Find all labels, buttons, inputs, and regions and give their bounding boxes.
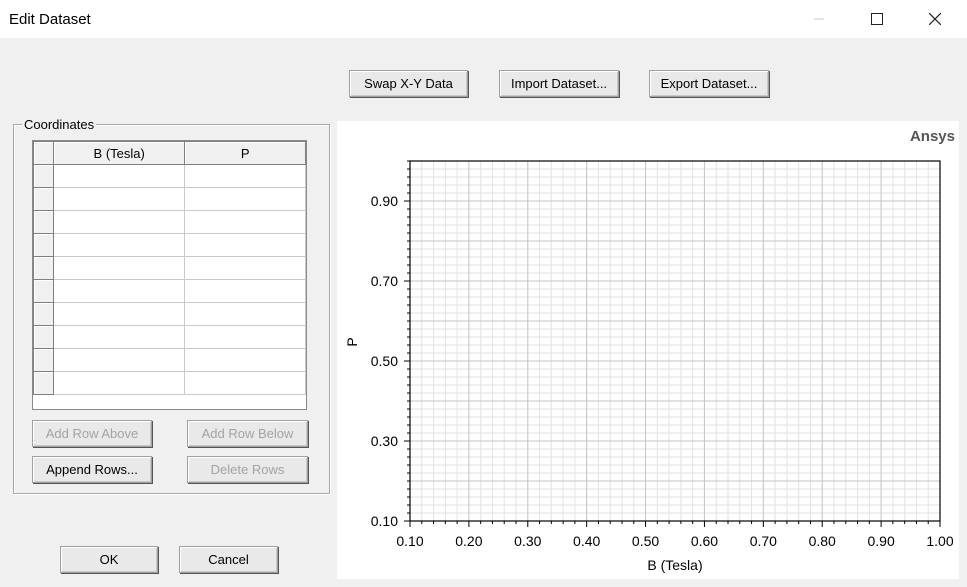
plot-area-frame bbox=[409, 160, 941, 522]
row-header-cell[interactable] bbox=[33, 348, 54, 372]
row-header-cell[interactable] bbox=[33, 187, 54, 211]
cell-b-tesla[interactable] bbox=[52, 233, 186, 257]
coordinates-grid[interactable]: B (Tesla) P bbox=[32, 140, 307, 410]
grid-corner-cell[interactable] bbox=[33, 141, 54, 165]
y-tick-label: 0.90 bbox=[371, 193, 398, 209]
minimize-icon bbox=[814, 18, 824, 20]
chart-minor-grid bbox=[409, 160, 941, 522]
x-tick-label: 0.40 bbox=[573, 533, 600, 549]
x-tick-label: 0.90 bbox=[867, 533, 894, 549]
y-axis-label: P bbox=[344, 337, 360, 346]
row-header-cell[interactable] bbox=[33, 279, 54, 303]
y-tick-label: 0.70 bbox=[371, 273, 398, 289]
x-tick-label: 0.20 bbox=[455, 533, 482, 549]
row-header-cell[interactable] bbox=[33, 302, 54, 326]
cell-b-tesla[interactable] bbox=[52, 210, 186, 234]
cell-b-tesla[interactable] bbox=[52, 279, 186, 303]
cell-b-tesla[interactable] bbox=[52, 325, 186, 349]
x-tick-label: 0.70 bbox=[750, 533, 777, 549]
coordinates-table: B (Tesla) P bbox=[33, 141, 306, 395]
x-tick-label: 0.30 bbox=[514, 533, 541, 549]
table-row bbox=[33, 256, 306, 280]
chart-watermark: Ansys bbox=[910, 128, 955, 145]
x-tick-label: 0.60 bbox=[691, 533, 718, 549]
cell-p[interactable] bbox=[184, 302, 306, 326]
cell-p[interactable] bbox=[184, 164, 306, 188]
close-button[interactable] bbox=[906, 0, 964, 38]
cell-b-tesla[interactable] bbox=[52, 348, 186, 372]
cell-p[interactable] bbox=[184, 187, 306, 211]
chart-panel: Ansys 0.10 0.20 0.30 0.40 0.50 0.60 0.70 0.80 0.… bbox=[337, 121, 959, 579]
maximize-icon bbox=[871, 13, 883, 25]
row-header-cell[interactable] bbox=[33, 164, 54, 188]
cell-p[interactable] bbox=[184, 279, 306, 303]
x-tick-label: 0.80 bbox=[809, 533, 836, 549]
cancel-button[interactable]: Cancel bbox=[179, 546, 278, 573]
row-header-cell[interactable] bbox=[33, 256, 54, 280]
close-icon bbox=[929, 13, 941, 25]
cell-p[interactable] bbox=[184, 233, 306, 257]
cell-b-tesla[interactable] bbox=[52, 187, 186, 211]
ok-button[interactable]: OK bbox=[60, 546, 158, 573]
chart-major-grid bbox=[409, 160, 941, 522]
column-header-b[interactable]: B (Tesla) bbox=[52, 141, 186, 165]
chart-tick-marks bbox=[404, 160, 941, 527]
cell-p[interactable] bbox=[184, 325, 306, 349]
y-tick-label: 0.50 bbox=[371, 353, 398, 369]
y-tick-label: 0.30 bbox=[371, 433, 398, 449]
table-row bbox=[33, 187, 306, 211]
row-header-cell[interactable] bbox=[33, 325, 54, 349]
minimize-button[interactable] bbox=[790, 0, 848, 38]
table-row bbox=[33, 302, 306, 326]
window-title: Edit Dataset bbox=[9, 11, 91, 28]
cell-b-tesla[interactable] bbox=[52, 164, 186, 188]
add-row-below-button[interactable]: Add Row Below bbox=[187, 420, 308, 447]
table-row bbox=[33, 279, 306, 303]
append-rows-button[interactable]: Append Rows... bbox=[32, 456, 152, 483]
cell-p[interactable] bbox=[184, 210, 306, 234]
cell-b-tesla[interactable] bbox=[52, 371, 186, 395]
cell-b-tesla[interactable] bbox=[52, 302, 186, 326]
title-bar: Edit Dataset bbox=[0, 0, 967, 38]
swap-xy-button[interactable]: Swap X-Y Data bbox=[349, 70, 468, 97]
x-tick-label: 0.50 bbox=[632, 533, 659, 549]
column-header-p[interactable]: P bbox=[184, 141, 306, 165]
coordinates-group-label: Coordinates bbox=[22, 117, 97, 132]
y-tick-labels: 0.10 0.30 0.50 0.70 0.90 bbox=[371, 193, 398, 529]
table-row bbox=[33, 164, 306, 188]
y-tick-label: 0.10 bbox=[371, 513, 398, 529]
x-tick-labels: 0.10 0.20 0.30 0.40 0.50 0.60 0.70 0.80 0.90 1.00 bbox=[396, 533, 953, 549]
delete-rows-button[interactable]: Delete Rows bbox=[187, 456, 308, 483]
add-row-above-button[interactable]: Add Row Above bbox=[32, 420, 152, 447]
table-row bbox=[33, 371, 306, 395]
cell-p[interactable] bbox=[184, 371, 306, 395]
import-dataset-button[interactable]: Import Dataset... bbox=[499, 70, 619, 97]
dataset-chart: Ansys 0.10 0.20 0.30 0.40 0.50 0.60 0.70 0.80 0.… bbox=[344, 128, 955, 573]
table-row bbox=[33, 233, 306, 257]
table-row bbox=[33, 348, 306, 372]
row-header-cell[interactable] bbox=[33, 210, 54, 234]
table-row bbox=[33, 325, 306, 349]
x-tick-label: 0.10 bbox=[396, 533, 423, 549]
x-axis-label: B (Tesla) bbox=[647, 557, 702, 573]
export-dataset-button[interactable]: Export Dataset... bbox=[649, 70, 769, 97]
row-header-cell[interactable] bbox=[33, 233, 54, 257]
table-row bbox=[33, 210, 306, 234]
cell-p[interactable] bbox=[184, 348, 306, 372]
maximize-button[interactable] bbox=[848, 0, 906, 38]
cell-b-tesla[interactable] bbox=[52, 256, 186, 280]
cell-p[interactable] bbox=[184, 256, 306, 280]
row-header-cell[interactable] bbox=[33, 371, 54, 395]
x-tick-label: 1.00 bbox=[926, 533, 953, 549]
